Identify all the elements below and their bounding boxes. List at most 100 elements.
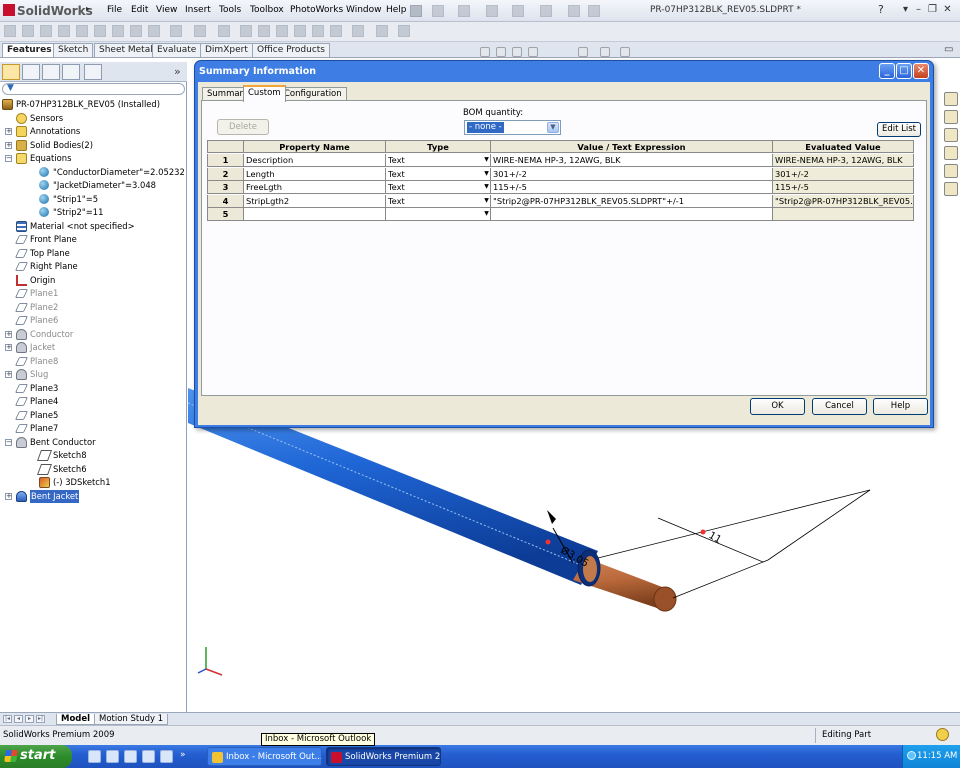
- help-dropdown-icon[interactable]: ▾: [900, 4, 911, 15]
- ok-button[interactable]: OK: [750, 398, 805, 415]
- tab-configuration-specific[interactable]: Configuration Specific: [279, 87, 347, 112]
- type-cell[interactable]: Text ▼: [386, 154, 491, 167]
- strip-length-dimension[interactable]: 11: [707, 530, 724, 546]
- configuration-manager-tab-icon[interactable]: [42, 64, 60, 80]
- bom-quantity-select[interactable]: - none - ▼: [464, 120, 561, 135]
- collapse-node-icon[interactable]: −: [5, 155, 12, 162]
- view-orientation-icon[interactable]: [578, 47, 588, 57]
- expand-node-icon[interactable]: +: [5, 141, 12, 149]
- property-name-cell[interactable]: Description: [244, 154, 386, 167]
- loft-icon[interactable]: [58, 25, 70, 37]
- instant3d-icon[interactable]: [376, 25, 388, 37]
- last-tab-icon[interactable]: ▸|: [36, 715, 45, 723]
- outlook-quicklaunch-icon[interactable]: [124, 750, 137, 763]
- help-icon[interactable]: ?: [878, 3, 884, 16]
- display-manager-tab-icon[interactable]: [84, 64, 102, 80]
- tab-sketch[interactable]: Sketch: [53, 43, 94, 57]
- rebuild-icon[interactable]: [568, 5, 580, 17]
- collapse-node-icon[interactable]: −: [5, 438, 12, 446]
- curves-icon[interactable]: [352, 25, 364, 37]
- type-cell[interactable]: Text ▼: [386, 167, 491, 181]
- notepad-icon[interactable]: [142, 750, 155, 763]
- menu-toolbox[interactable]: Toolbox: [250, 5, 284, 15]
- dialog-maximize-icon[interactable]: □: [896, 63, 912, 79]
- tab-motion-study-1[interactable]: Motion Study 1: [94, 714, 169, 725]
- hole-wizard-icon[interactable]: [398, 25, 410, 37]
- network-icon[interactable]: [907, 751, 916, 760]
- tab-office-products[interactable]: Office Products: [252, 43, 330, 57]
- section-view-icon[interactable]: [528, 47, 538, 57]
- tab-model[interactable]: Model: [56, 714, 96, 725]
- appearances-icon[interactable]: [944, 182, 958, 196]
- tab-custom[interactable]: Custom: [243, 85, 286, 102]
- shell-icon[interactable]: [148, 25, 160, 37]
- property-name-cell[interactable]: Length: [244, 167, 386, 181]
- expand-node-icon[interactable]: +: [5, 371, 12, 378]
- search-icon[interactable]: [944, 146, 958, 160]
- split-icon[interactable]: [312, 25, 324, 37]
- pushpin-icon[interactable]: [410, 5, 422, 17]
- menu-help[interactable]: Help: [386, 5, 407, 15]
- menu-file[interactable]: File: [107, 5, 122, 15]
- chevron-down-icon[interactable]: ▼: [483, 182, 490, 192]
- draft-icon[interactable]: [170, 25, 182, 37]
- property-manager-tab-icon[interactable]: [22, 64, 40, 80]
- type-cell[interactable]: Text ▼: [386, 181, 491, 194]
- delete-button[interactable]: Delete: [217, 119, 269, 135]
- feature-tree-tab-icon[interactable]: [2, 64, 20, 80]
- menu-edit[interactable]: Edit: [131, 5, 148, 15]
- expand-node-icon[interactable]: +: [5, 330, 12, 338]
- tab-evaluate[interactable]: Evaluate: [152, 43, 202, 57]
- tab-dimxpert[interactable]: DimXpert: [200, 43, 253, 57]
- save-icon[interactable]: [486, 5, 498, 17]
- tab-features[interactable]: Features: [2, 43, 57, 57]
- display-style-icon[interactable]: [600, 47, 610, 57]
- chevron-down-icon[interactable]: ▼: [483, 155, 490, 165]
- move-face-icon[interactable]: [294, 25, 306, 37]
- flex-icon[interactable]: [276, 25, 288, 37]
- menu-view[interactable]: View: [156, 5, 177, 15]
- chevron-down-icon[interactable]: ▼: [483, 169, 490, 179]
- minimize-icon[interactable]: –: [913, 4, 924, 15]
- rebuild-status-icon[interactable]: [936, 728, 949, 741]
- solidworks-resources-icon[interactable]: [944, 92, 958, 106]
- reference-geometry-icon[interactable]: [330, 25, 342, 37]
- close-icon[interactable]: ✕: [942, 4, 953, 15]
- type-cell[interactable]: ▼: [386, 208, 491, 221]
- dialog-minimize-icon[interactable]: _: [879, 63, 895, 79]
- pattern-icon[interactable]: [194, 25, 206, 37]
- solidworks-quicklaunch-icon[interactable]: [160, 750, 173, 763]
- file-explorer-icon[interactable]: [944, 128, 958, 142]
- value-cell[interactable]: 115+/-5: [491, 181, 773, 194]
- zoom-fit-icon[interactable]: [480, 47, 490, 57]
- expand-node-icon[interactable]: +: [5, 492, 12, 500]
- next-tab-icon[interactable]: ▸: [25, 715, 34, 723]
- value-cell[interactable]: [491, 208, 773, 221]
- appearance-icon[interactable]: [620, 47, 630, 57]
- property-name-cell[interactable]: StripLgth2: [244, 194, 386, 208]
- fillet-icon[interactable]: [94, 25, 106, 37]
- tree-filter-input[interactable]: ▼: [2, 83, 185, 95]
- cut-icon[interactable]: [76, 25, 88, 37]
- new-document-icon[interactable]: [432, 5, 444, 17]
- print-icon[interactable]: [512, 5, 524, 17]
- menu-insert[interactable]: Insert: [185, 5, 211, 15]
- expand-node-icon[interactable]: +: [5, 128, 12, 135]
- tab-sheet-metal[interactable]: Sheet Metal: [94, 43, 158, 57]
- dialog-close-icon[interactable]: ✕: [913, 63, 929, 79]
- quicklaunch-more-icon[interactable]: »: [180, 750, 188, 763]
- previous-view-icon[interactable]: [512, 47, 522, 57]
- property-name-cell[interactable]: FreeLgth: [244, 181, 386, 194]
- design-library-icon[interactable]: [944, 110, 958, 124]
- taskbar-outlook-button[interactable]: Inbox - Microsoft Out...: [207, 747, 322, 766]
- expand-node-icon[interactable]: +: [5, 344, 12, 351]
- chevron-down-icon[interactable]: ▼: [483, 209, 490, 219]
- undo-icon[interactable]: [540, 5, 552, 17]
- mirror-icon[interactable]: [218, 25, 230, 37]
- open-icon[interactable]: [458, 5, 470, 17]
- menu-pin-icon[interactable]: ▸: [86, 4, 94, 18]
- clock[interactable]: 11:15 AM: [917, 751, 957, 761]
- menu-photoworks[interactable]: PhotoWorks: [290, 5, 343, 15]
- first-tab-icon[interactable]: |◂: [3, 715, 12, 723]
- menu-window[interactable]: Window: [346, 5, 382, 15]
